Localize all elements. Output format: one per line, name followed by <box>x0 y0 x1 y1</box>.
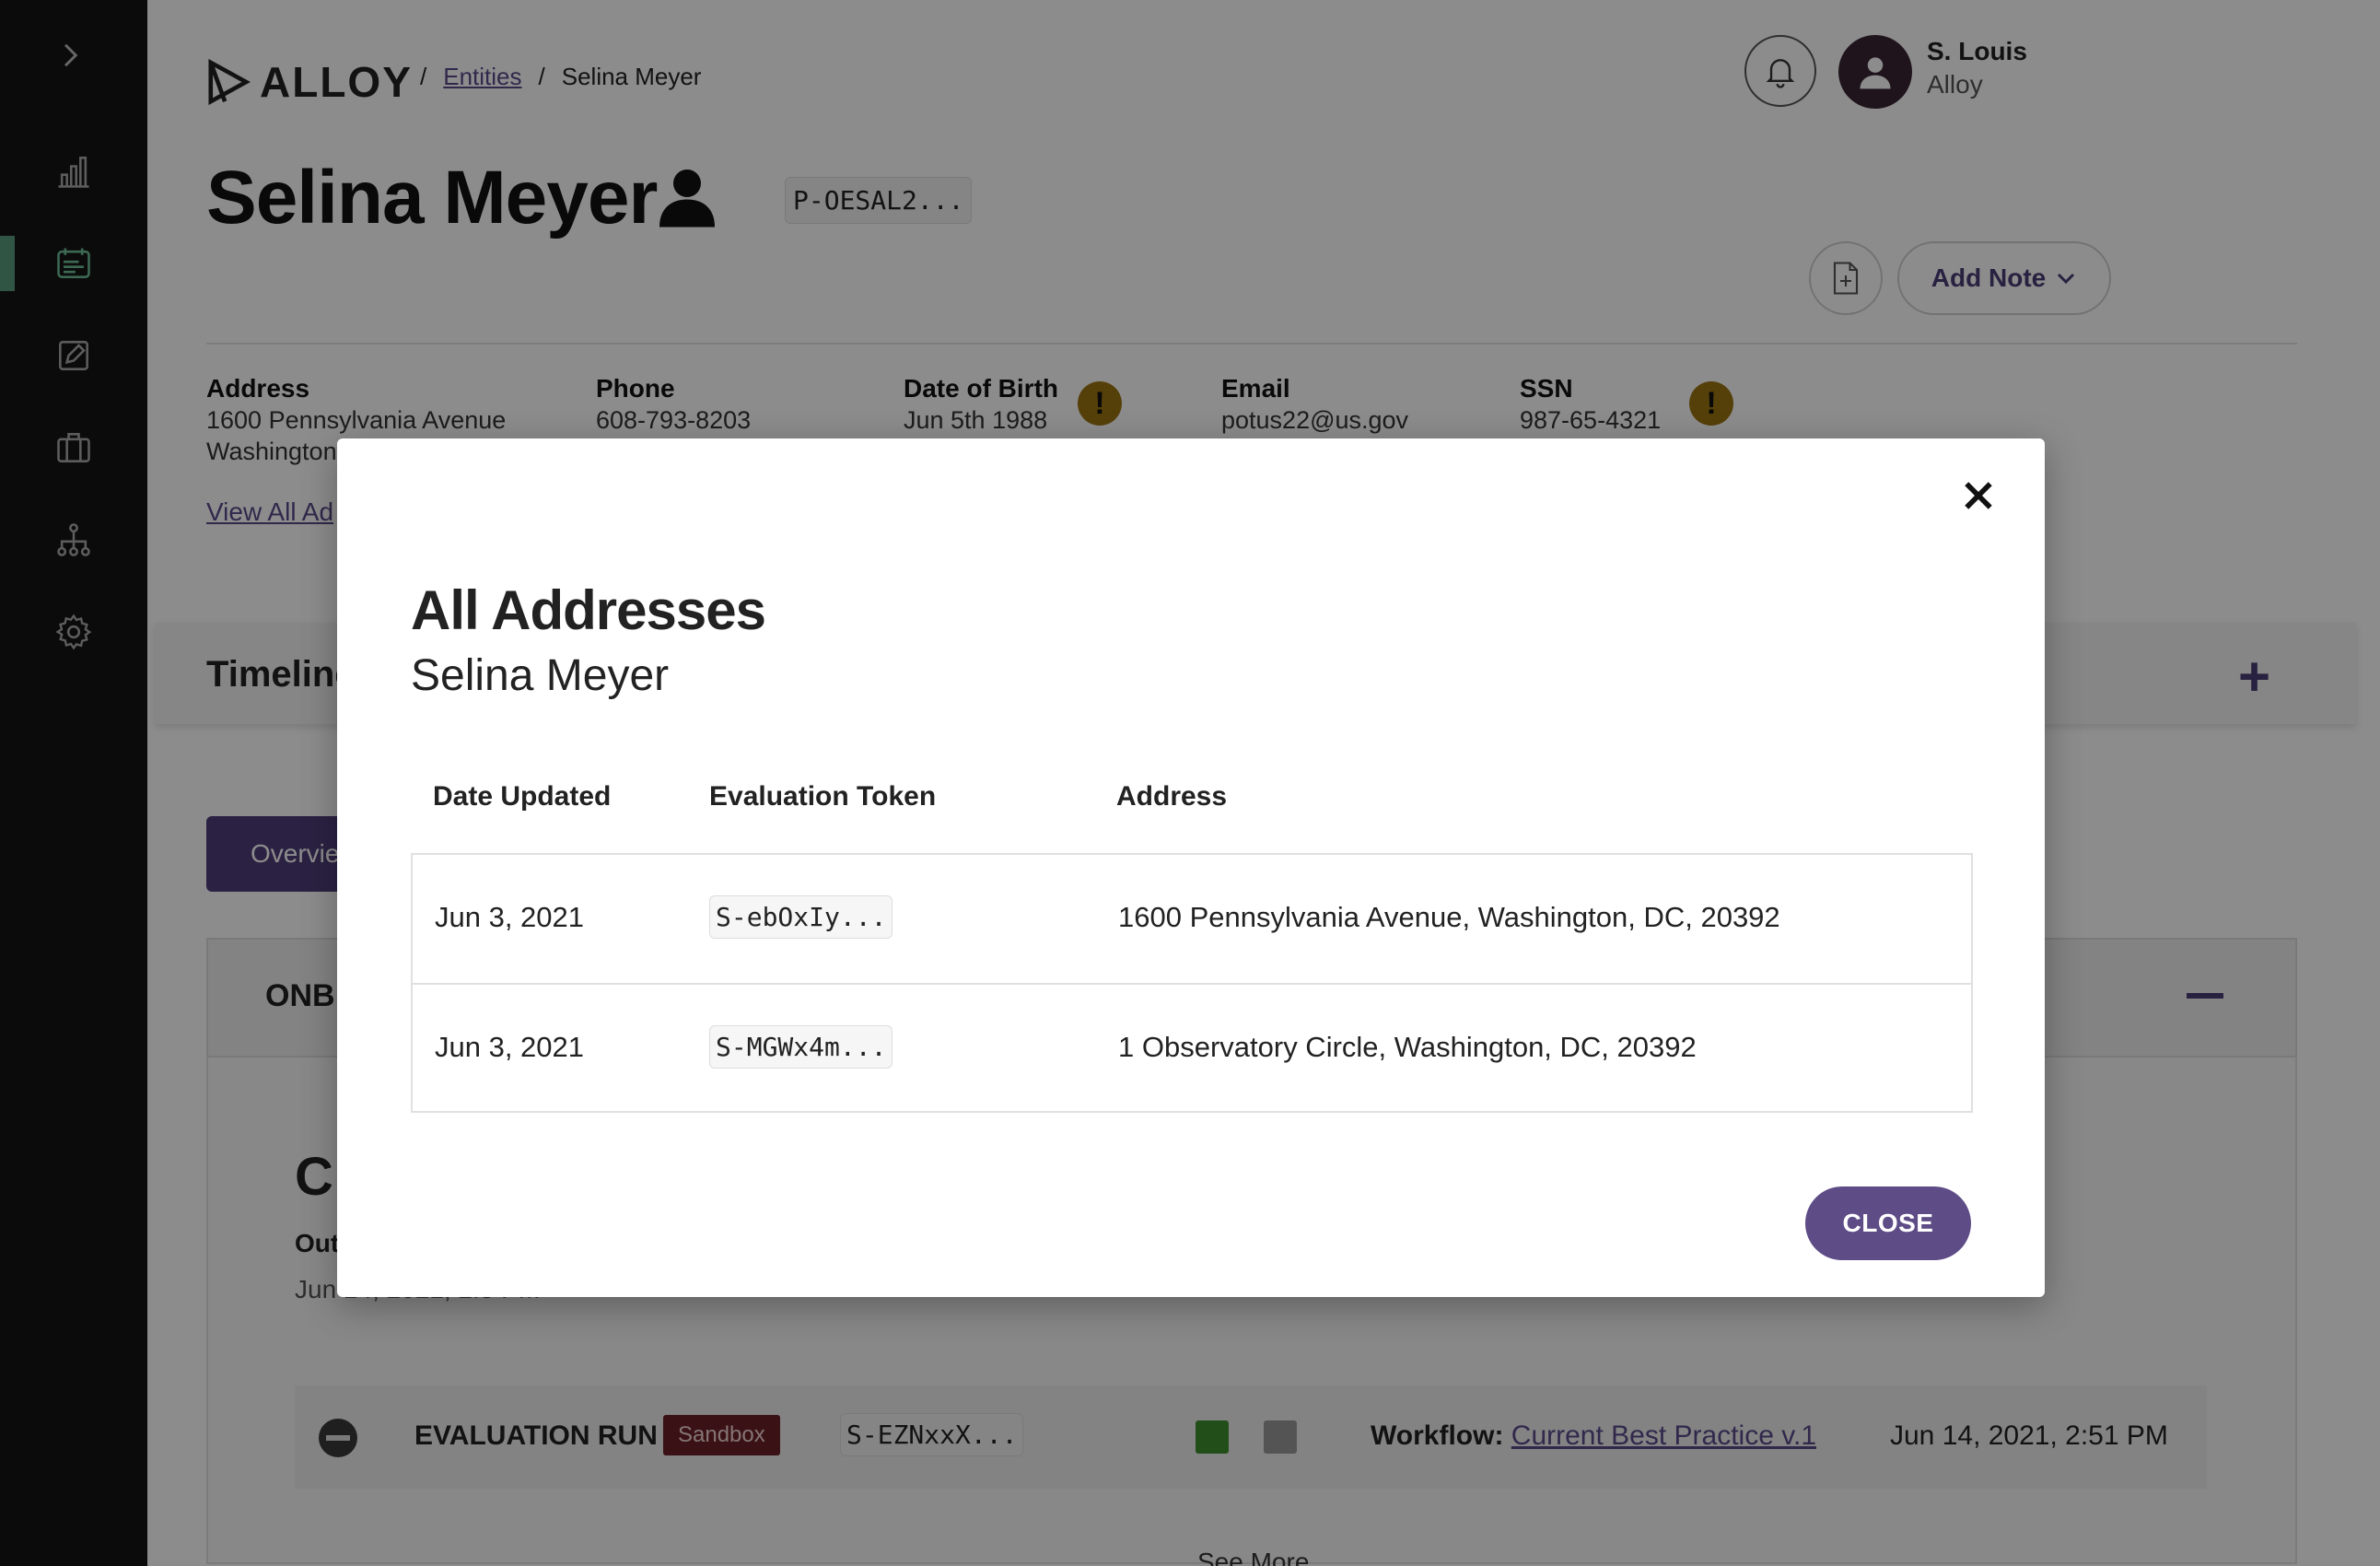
cell-address: 1 Observatory Circle, Washington, DC, 20… <box>1118 1031 1697 1063</box>
cell-date: Jun 3, 2021 <box>435 901 585 933</box>
column-header-date: Date Updated <box>433 781 612 812</box>
modal-subtitle: Selina Meyer <box>411 651 670 700</box>
cell-token[interactable]: S-MGWx4m... <box>709 1025 893 1069</box>
table-row: Jun 3, 2021 S-MGWx4m... 1 Observatory Ci… <box>413 983 1971 1111</box>
modal-close-x-button[interactable] <box>1954 472 2002 520</box>
close-button[interactable]: CLOSE <box>1805 1186 1971 1260</box>
addresses-table: Jun 3, 2021 S-ebOxIy... 1600 Pennsylvani… <box>411 853 1973 1113</box>
table-header: Date Updated Evaluation Token Address <box>411 761 1973 835</box>
close-icon <box>1965 482 1992 509</box>
column-header-token: Evaluation Token <box>709 781 937 812</box>
modal-title: All Addresses <box>411 579 766 641</box>
table-row: Jun 3, 2021 S-ebOxIy... 1600 Pennsylvani… <box>413 855 1971 983</box>
cell-date: Jun 3, 2021 <box>435 1031 585 1063</box>
cell-address: 1600 Pennsylvania Avenue, Washington, DC… <box>1118 901 1780 933</box>
cell-token[interactable]: S-ebOxIy... <box>709 895 893 939</box>
all-addresses-modal: All Addresses Selina Meyer Date Updated … <box>337 438 2045 1297</box>
column-header-address: Address <box>1116 781 1228 812</box>
